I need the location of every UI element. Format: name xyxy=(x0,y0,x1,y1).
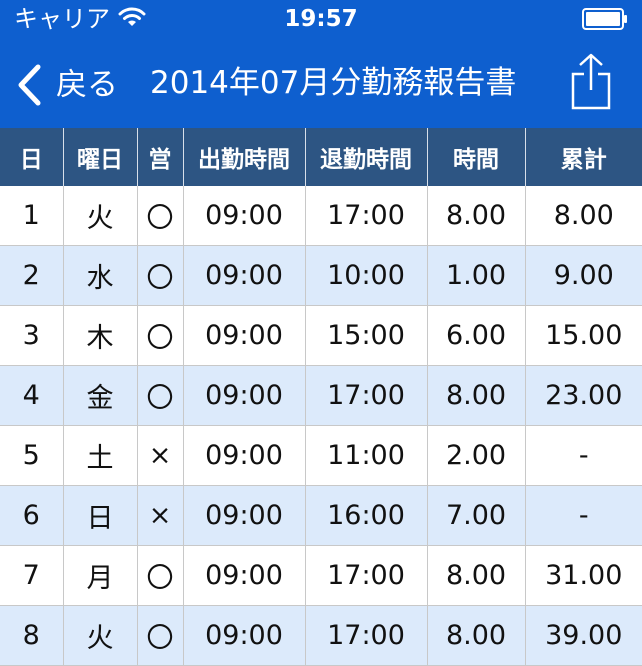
table-header: 日 曜日 営 出勤時間 退勤時間 時間 累計 xyxy=(0,128,642,186)
business-day-cell: 〇 xyxy=(137,605,184,666)
back-label: 戻る xyxy=(56,67,118,103)
business-day-cell: × xyxy=(137,485,184,546)
top-bar: キャリア 19:57 戻る 2014年07月分勤務報告書 xyxy=(0,0,642,128)
weekday-cell: 日 xyxy=(63,485,138,546)
column-header-business: 営 xyxy=(137,128,184,186)
weekday-cell: 火 xyxy=(63,186,138,246)
hours-cell: 8.00 xyxy=(427,186,526,246)
weekday-cell: 水 xyxy=(63,245,138,306)
column-header-day: 日 xyxy=(0,128,64,186)
page-title: 2014年07月分勤務報告書 xyxy=(150,65,517,101)
cumulative-cell: 31.00 xyxy=(525,545,642,606)
clock-in-cell: 09:00 xyxy=(183,245,306,306)
clock-out-cell: 17:00 xyxy=(305,545,428,606)
clock-out-cell: 10:00 xyxy=(305,245,428,306)
day-cell: 7 xyxy=(0,545,64,606)
clock-out-cell: 17:00 xyxy=(305,605,428,666)
table-row[interactable]: 8 火 〇 09:00 17:00 8.00 39.00 xyxy=(0,605,642,666)
table-row[interactable]: 2 水 〇 09:00 10:00 1.00 9.00 xyxy=(0,245,642,306)
table-row[interactable]: 3 木 〇 09:00 15:00 6.00 15.00 xyxy=(0,305,642,366)
hours-cell: 6.00 xyxy=(427,305,526,366)
cumulative-cell: 15.00 xyxy=(525,305,642,366)
cumulative-cell: 39.00 xyxy=(525,605,642,666)
clock-out-cell: 15:00 xyxy=(305,305,428,366)
cumulative-cell: 8.00 xyxy=(525,186,642,246)
business-day-cell: × xyxy=(137,425,184,486)
hours-cell: 8.00 xyxy=(427,605,526,666)
clock-out-cell: 17:00 xyxy=(305,365,428,426)
cumulative-cell: - xyxy=(525,485,642,546)
business-day-cell: 〇 xyxy=(137,186,184,246)
cumulative-cell: - xyxy=(525,425,642,486)
business-day-cell: 〇 xyxy=(137,245,184,306)
clock-out-cell: 11:00 xyxy=(305,425,428,486)
share-icon[interactable] xyxy=(570,52,612,110)
battery-icon xyxy=(582,8,627,30)
chevron-left-icon xyxy=(18,64,41,106)
column-header-clock-in: 出勤時間 xyxy=(183,128,306,186)
table-row[interactable]: 1 火 〇 09:00 17:00 8.00 8.00 xyxy=(0,186,642,246)
hours-cell: 7.00 xyxy=(427,485,526,546)
hours-cell: 8.00 xyxy=(427,545,526,606)
clock-in-cell: 09:00 xyxy=(183,485,306,546)
hours-cell: 8.00 xyxy=(427,365,526,426)
table-row[interactable]: 6 日 × 09:00 16:00 7.00 - xyxy=(0,485,642,546)
weekday-cell: 金 xyxy=(63,365,138,426)
hours-cell: 1.00 xyxy=(427,245,526,306)
column-header-weekday: 曜日 xyxy=(63,128,138,186)
clock-in-cell: 09:00 xyxy=(183,365,306,426)
clock-in-cell: 09:00 xyxy=(183,425,306,486)
day-cell: 3 xyxy=(0,305,64,366)
business-day-cell: 〇 xyxy=(137,305,184,366)
column-header-cumulative: 累計 xyxy=(525,128,642,186)
day-cell: 5 xyxy=(0,425,64,486)
cumulative-cell: 9.00 xyxy=(525,245,642,306)
business-day-cell: 〇 xyxy=(137,365,184,426)
clock-out-cell: 16:00 xyxy=(305,485,428,546)
clock-in-cell: 09:00 xyxy=(183,605,306,666)
day-cell: 6 xyxy=(0,485,64,546)
day-cell: 1 xyxy=(0,186,64,246)
weekday-cell: 木 xyxy=(63,305,138,366)
cumulative-cell: 23.00 xyxy=(525,365,642,426)
business-day-cell: 〇 xyxy=(137,545,184,606)
status-time: 19:57 xyxy=(284,6,358,32)
clock-out-cell: 17:00 xyxy=(305,186,428,246)
table-row[interactable]: 4 金 〇 09:00 17:00 8.00 23.00 xyxy=(0,365,642,426)
status-bar: キャリア 19:57 xyxy=(0,0,642,40)
column-header-clock-out: 退勤時間 xyxy=(305,128,428,186)
clock-in-cell: 09:00 xyxy=(183,305,306,366)
weekday-cell: 土 xyxy=(63,425,138,486)
day-cell: 8 xyxy=(0,605,64,666)
clock-in-cell: 09:00 xyxy=(183,186,306,246)
work-report-table: 日 曜日 営 出勤時間 退勤時間 時間 累計 1 火 〇 09:00 17:00… xyxy=(0,128,642,666)
table-row[interactable]: 5 土 × 09:00 11:00 2.00 - xyxy=(0,425,642,486)
day-cell: 2 xyxy=(0,245,64,306)
weekday-cell: 月 xyxy=(63,545,138,606)
weekday-cell: 火 xyxy=(63,605,138,666)
navigation-bar: 戻る 2014年07月分勤務報告書 xyxy=(0,42,642,128)
hours-cell: 2.00 xyxy=(427,425,526,486)
day-cell: 4 xyxy=(0,365,64,426)
table-row[interactable]: 7 月 〇 09:00 17:00 8.00 31.00 xyxy=(0,545,642,606)
back-button[interactable]: 戻る xyxy=(16,62,118,108)
column-header-hours: 時間 xyxy=(427,128,526,186)
clock-in-cell: 09:00 xyxy=(183,545,306,606)
